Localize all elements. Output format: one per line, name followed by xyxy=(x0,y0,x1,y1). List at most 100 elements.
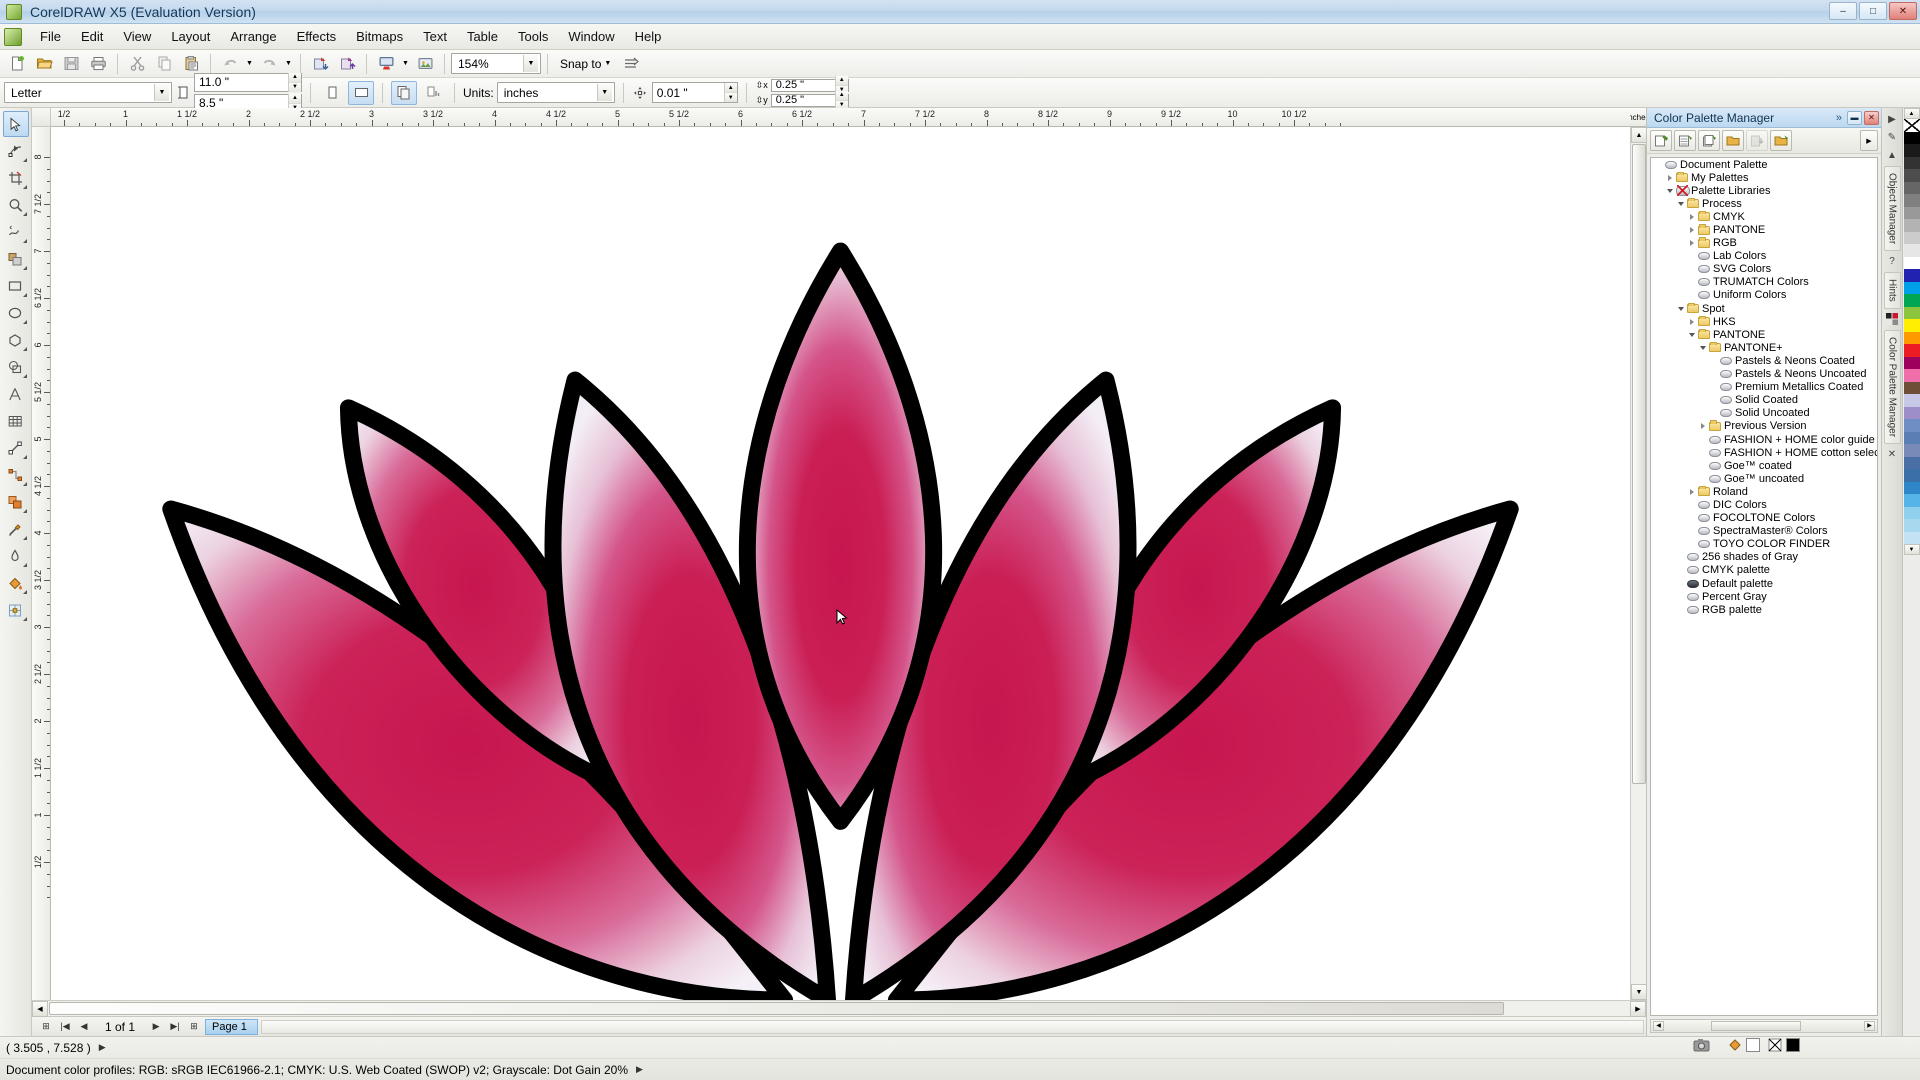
print-button[interactable] xyxy=(85,52,111,76)
color-swatch[interactable] xyxy=(1904,219,1920,232)
portrait-orientation-button[interactable] xyxy=(319,81,345,105)
tab-object-manager[interactable]: Object Manager xyxy=(1884,166,1901,251)
docker-scroll-right[interactable]: ▶ xyxy=(1864,1021,1875,1031)
tree-collapse-icon[interactable] xyxy=(1686,211,1697,222)
tree-expand-icon[interactable] xyxy=(1664,185,1675,196)
shape-tool[interactable] xyxy=(3,138,29,164)
docker-horizontal-scrollbar[interactable]: ◀ ▶ xyxy=(1650,1019,1878,1033)
color-swatch[interactable] xyxy=(1904,357,1920,370)
tree-expand-icon[interactable] xyxy=(1686,329,1697,340)
palette-editor-button[interactable] xyxy=(1770,130,1792,151)
outline-indicator[interactable] xyxy=(1768,1038,1800,1052)
tree-collapse-icon[interactable] xyxy=(1697,421,1708,432)
connector-tool[interactable] xyxy=(3,462,29,488)
new-palette-from-selection-button[interactable] xyxy=(1698,130,1720,151)
vertical-scroll-thumb[interactable] xyxy=(1632,144,1646,784)
basic-shapes-tool[interactable] xyxy=(3,354,29,380)
snapshot-icon[interactable] xyxy=(1692,1037,1710,1053)
color-swatch[interactable] xyxy=(1904,132,1920,145)
color-palette-manager-icon[interactable] xyxy=(1885,312,1900,327)
chevron-down-icon[interactable]: ▼ xyxy=(604,60,611,67)
text-tool[interactable] xyxy=(3,381,29,407)
rail-pin-icon[interactable]: ✎ xyxy=(1885,130,1900,145)
tree-item[interactable]: RGB xyxy=(1651,237,1877,250)
tree-expand-icon[interactable] xyxy=(1675,198,1686,209)
tree-item[interactable]: Solid Coated xyxy=(1651,394,1877,407)
color-swatch[interactable] xyxy=(1904,182,1920,195)
duplicate-y-field[interactable]: 0.25 " ▲▼ xyxy=(771,94,849,107)
tree-item[interactable]: Pastels & Neons Uncoated xyxy=(1651,368,1877,381)
menu-edit[interactable]: Edit xyxy=(71,25,113,48)
rail-scroll-up-icon[interactable]: ▲ xyxy=(1885,148,1900,163)
page-width-field[interactable]: 11.0 " ▲▼ xyxy=(194,73,302,92)
nudge-offset-stepper[interactable]: ▲▼ xyxy=(724,83,737,102)
corel-connect-button[interactable] xyxy=(412,52,438,76)
units-combo[interactable]: inches ▼ xyxy=(497,82,615,103)
cut-button[interactable] xyxy=(124,52,150,76)
snap-to-dropdown[interactable]: Snap to ▼ xyxy=(554,57,617,71)
tree-item[interactable]: Premium Metallics Coated xyxy=(1651,381,1877,394)
table-tool[interactable] xyxy=(3,408,29,434)
palette-scroll-down[interactable]: ▼ xyxy=(1904,544,1920,555)
tree-collapse-icon[interactable] xyxy=(1686,238,1697,249)
docker-minimize-button[interactable]: ▬ xyxy=(1847,111,1862,125)
lotus-flower-drawing[interactable] xyxy=(51,127,1630,1000)
zoom-level-combo[interactable]: 154% ▼ xyxy=(451,53,541,74)
tree-collapse-icon[interactable] xyxy=(1686,225,1697,236)
chevron-down-icon[interactable]: ▼ xyxy=(154,84,169,101)
color-swatch[interactable] xyxy=(1904,369,1920,382)
color-swatch[interactable] xyxy=(1904,432,1920,445)
add-page-button[interactable]: ⊞ xyxy=(186,1019,202,1034)
color-swatch[interactable] xyxy=(1904,232,1920,245)
tab-hints[interactable]: Hints xyxy=(1884,272,1901,309)
tree-item[interactable]: Goe™ uncoated xyxy=(1651,472,1877,485)
horizontal-scrollbar[interactable]: ◀ ▶ xyxy=(32,1000,1646,1016)
fill-tool[interactable] xyxy=(3,570,29,596)
dimension-tool[interactable] xyxy=(3,435,29,461)
color-swatch[interactable] xyxy=(1904,407,1920,420)
fill-color-swatch[interactable] xyxy=(1746,1038,1760,1052)
zoom-tool[interactable] xyxy=(3,192,29,218)
rail-collapse-icon[interactable]: ▶ xyxy=(1885,112,1900,127)
tree-item[interactable]: PANTONE xyxy=(1651,328,1877,341)
ruler-corner[interactable] xyxy=(32,108,51,127)
tree-collapse-icon[interactable] xyxy=(1664,172,1675,183)
tree-item[interactable]: Lab Colors xyxy=(1651,250,1877,263)
tree-item[interactable]: PANTONE xyxy=(1651,223,1877,236)
chevron-double-right-icon[interactable]: » xyxy=(1836,112,1845,124)
tree-item[interactable]: DIC Colors xyxy=(1651,498,1877,511)
vertical-ruler[interactable]: 87 1/276 1/265 1/254 1/243 1/232 1/221 1… xyxy=(32,127,51,1000)
tree-item[interactable]: My Palettes xyxy=(1651,171,1877,184)
tree-expand-icon[interactable] xyxy=(1697,342,1708,353)
tree-collapse-icon[interactable] xyxy=(1686,486,1697,497)
color-swatch[interactable] xyxy=(1904,532,1920,545)
color-swatch[interactable] xyxy=(1904,332,1920,345)
color-swatch[interactable] xyxy=(1904,344,1920,357)
palette-tree[interactable]: Document PaletteMy PalettesPalette Libra… xyxy=(1650,157,1878,1016)
tree-item[interactable]: HKS xyxy=(1651,315,1877,328)
tree-item[interactable]: Document Palette xyxy=(1651,158,1877,171)
color-swatch[interactable] xyxy=(1904,257,1920,270)
chevron-down-icon[interactable]: ▼ xyxy=(523,55,538,72)
minimize-button[interactable]: – xyxy=(1829,2,1857,20)
tree-item[interactable]: PANTONE+ xyxy=(1651,341,1877,354)
rail-close-icon[interactable]: ✕ xyxy=(1885,447,1900,462)
color-swatch[interactable] xyxy=(1904,382,1920,395)
tree-item[interactable]: Process xyxy=(1651,197,1877,210)
tree-item[interactable]: Uniform Colors xyxy=(1651,289,1877,302)
close-button[interactable]: ✕ xyxy=(1889,2,1917,20)
color-swatch[interactable] xyxy=(1904,294,1920,307)
ellipse-tool[interactable] xyxy=(3,300,29,326)
color-swatch[interactable] xyxy=(1904,469,1920,482)
color-swatch[interactable] xyxy=(1904,282,1920,295)
blend-tool[interactable] xyxy=(3,489,29,515)
import-button[interactable] xyxy=(307,52,333,76)
tree-item[interactable]: CMYK palette xyxy=(1651,564,1877,577)
drawing-canvas[interactable] xyxy=(51,127,1630,1000)
color-swatch[interactable] xyxy=(1904,319,1920,332)
next-page-button[interactable]: ▶ xyxy=(148,1019,164,1034)
menu-layout[interactable]: Layout xyxy=(161,25,220,48)
new-empty-palette-button[interactable] xyxy=(1650,130,1672,151)
tree-item[interactable]: FASHION + HOME color guide xyxy=(1651,433,1877,446)
menu-effects[interactable]: Effects xyxy=(287,25,347,48)
